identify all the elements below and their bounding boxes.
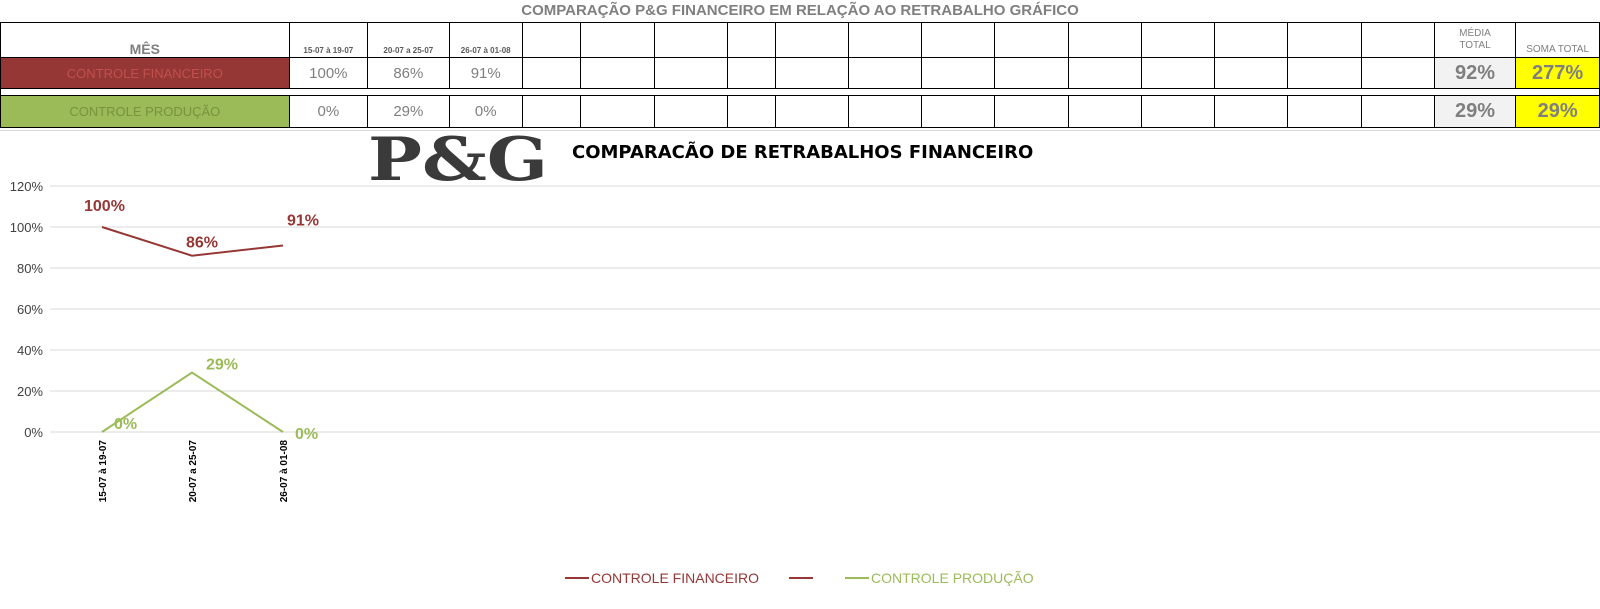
- x-tick-label: 15-07 à 19-07: [98, 440, 109, 503]
- y-tick-label: 0%: [24, 425, 43, 440]
- line-chart: 0% 20% 40% 60% 80% 100% 120% 15-07 à 19-07 20-07…: [10, 179, 1600, 503]
- x-tick-label: 20-07 a 25-07: [188, 440, 199, 503]
- y-tick-label: 100%: [10, 220, 44, 235]
- data-label: 0%: [295, 426, 318, 443]
- legend-item-producao: CONTROLE PRODUÇÃO: [845, 570, 1034, 586]
- legend-label: CONTROLE FINANCEIRO: [591, 570, 760, 586]
- data-label: 91%: [287, 212, 319, 229]
- y-tick-label: 80%: [17, 261, 43, 276]
- data-label: 29%: [206, 357, 238, 374]
- legend-item-financeiro: CONTROLE FINANCEIRO: [565, 570, 759, 586]
- legend-item-extra: [789, 577, 815, 579]
- chart-legend: CONTROLE FINANCEIRO CONTROLE PRODUÇÃO: [565, 570, 1064, 586]
- legend-label: CONTROLE PRODUÇÃO: [871, 570, 1034, 586]
- y-tick-label: 60%: [17, 302, 43, 317]
- x-tick-label: 26-07 à 01-08: [279, 440, 290, 503]
- y-tick-label: 20%: [17, 384, 43, 399]
- data-label: 100%: [84, 198, 125, 215]
- legend-line-icon: [565, 577, 589, 579]
- legend-line-icon: [845, 577, 870, 579]
- legend-line-icon: [789, 577, 814, 579]
- y-tick-label: 40%: [17, 343, 43, 358]
- y-tick-label: 120%: [10, 179, 44, 194]
- data-label: 0%: [114, 416, 137, 433]
- data-label: 86%: [186, 235, 218, 252]
